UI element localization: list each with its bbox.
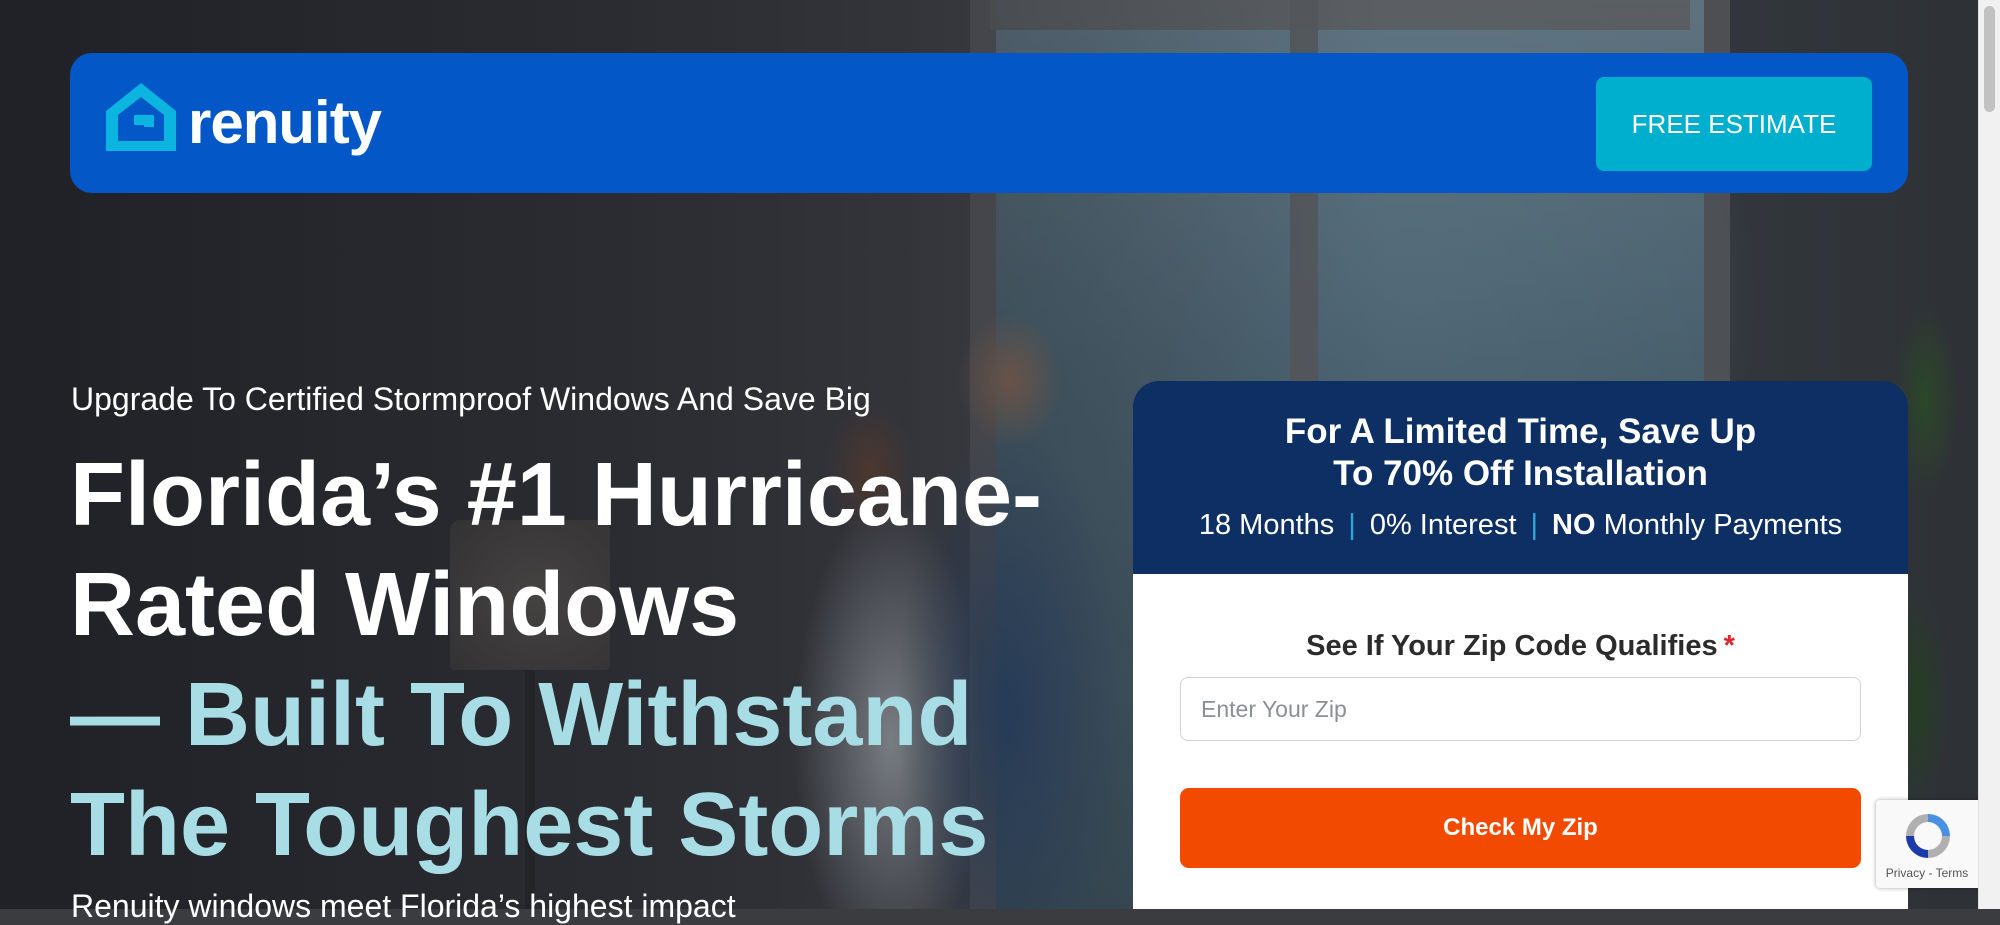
link-separator: - — [1928, 866, 1933, 880]
check-zip-button[interactable]: Check My Zip — [1180, 788, 1861, 868]
hero-eyebrow: Upgrade To Certified Stormproof Windows … — [71, 381, 871, 417]
zip-form-card: For A Limited Time, Save Up To 70% Off I… — [1133, 381, 1908, 909]
promo-title: For A Limited Time, Save Up To 70% Off I… — [1133, 381, 1908, 495]
recaptcha-links: Privacy - Terms — [1876, 866, 1978, 880]
required-asterisk: * — [1723, 630, 1735, 662]
promo-panel: For A Limited Time, Save Up To 70% Off I… — [1133, 381, 1908, 574]
heading-line-2: Rated Windows — [70, 555, 740, 655]
house-icon — [106, 83, 176, 151]
zip-label: See If Your Zip Code Qualifies * — [1133, 630, 1908, 663]
hero-subtext: Renuity windows meet Florida’s highest i… — [71, 888, 736, 924]
term-months: 18 Months — [1198, 509, 1335, 541]
divider: | — [1348, 509, 1356, 541]
site-header: renuity FREE ESTIMATE — [70, 53, 1908, 193]
page-scrollbar[interactable] — [1978, 0, 2000, 909]
privacy-link[interactable]: Privacy — [1886, 866, 1925, 880]
promo-title-line-2: To 70% Off Installation — [1333, 454, 1708, 493]
recaptcha-badge[interactable]: Privacy - Terms — [1876, 800, 1978, 888]
term-payments: Monthly Payments — [1603, 509, 1843, 541]
heading-accent-line-1: — Built To Withstand — [70, 665, 973, 765]
heading-accent-line-2: The Toughest Storms — [70, 775, 989, 875]
promo-title-line-1: For A Limited Time, Save Up — [1284, 412, 1757, 451]
divider: | — [1530, 509, 1539, 541]
zip-label-text: See If Your Zip Code Qualifies — [1306, 630, 1718, 662]
logo-link[interactable]: renuity — [104, 81, 382, 156]
heading-line-1: Florida’s #1 Hurricane- — [70, 445, 1042, 545]
scrollbar-thumb[interactable] — [1984, 6, 1995, 112]
hero-heading: Florida’s #1 Hurricane- Rated Windows — … — [70, 440, 1050, 880]
financing-terms: 18 Months | 0% Interest | NO Monthly Payment… — [1133, 509, 1908, 542]
brand-name: renuity — [188, 89, 382, 156]
term-interest: 0% Interest — [1369, 509, 1517, 541]
free-estimate-button[interactable]: FREE ESTIMATE — [1596, 77, 1872, 171]
terms-link[interactable]: Terms — [1936, 866, 1969, 880]
term-no: NO — [1552, 509, 1596, 541]
recaptcha-icon — [1906, 814, 1950, 858]
form-body: See If Your Zip Code Qualifies* Check My… — [1133, 574, 1908, 909]
zip-input[interactable] — [1180, 677, 1861, 741]
